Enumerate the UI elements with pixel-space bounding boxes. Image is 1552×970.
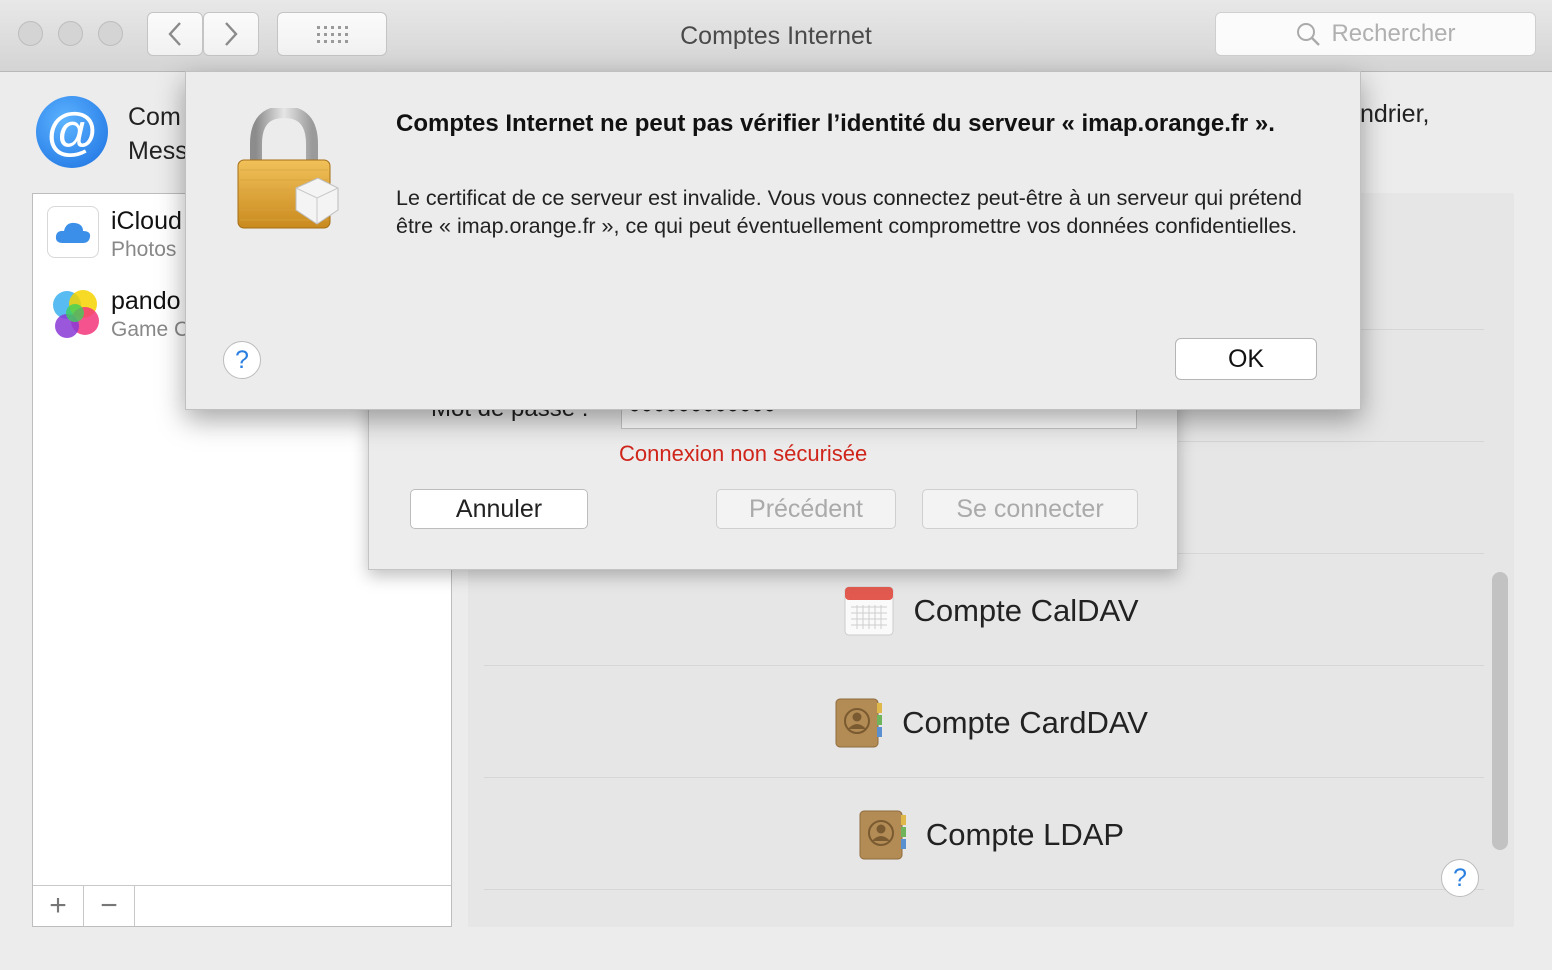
contacts-icon — [835, 698, 883, 748]
ok-button[interactable]: OK — [1175, 338, 1317, 380]
header-description-line1: Com — [128, 103, 181, 131]
game-center-icon — [47, 286, 99, 338]
account-login-sheet: Mot de passe : ●●●●●●●●●●●● Connexion no… — [368, 390, 1178, 570]
sidebar-bottom-bar: + − — [33, 885, 451, 926]
header-description-right: ndrier, — [1360, 100, 1430, 128]
remove-account-button[interactable]: − — [84, 886, 135, 926]
provider-ldap[interactable]: Compte LDAP — [468, 809, 1514, 861]
cancel-button[interactable]: Annuler — [410, 489, 588, 529]
contacts-icon — [859, 810, 906, 860]
window-toolbar: Comptes Internet Rechercher — [0, 0, 1552, 72]
internet-accounts-icon: @ — [36, 96, 108, 168]
account-name: pando — [111, 287, 181, 315]
provider-label: Compte LDAP — [925, 817, 1125, 852]
row-separator — [484, 777, 1484, 778]
account-name: iCloud — [111, 207, 182, 235]
certificate-alert-dialog: Comptes Internet ne peut pas vérifier l’… — [185, 71, 1361, 410]
connect-button[interactable]: Se connecter — [922, 489, 1138, 529]
alert-message: Le certificat de ce serveur est invalide… — [396, 186, 1302, 238]
alert-help-button[interactable]: ? — [223, 341, 261, 379]
lock-icon — [237, 108, 339, 229]
insecure-connection-warning: Connexion non sécurisée — [619, 441, 868, 466]
alert-title: Comptes Internet ne peut pas vérifier l’… — [396, 110, 1275, 137]
search-field[interactable]: Rechercher — [1215, 12, 1536, 56]
provider-label: Compte CalDAV — [913, 593, 1139, 628]
provider-label: Compte CardDAV — [902, 705, 1148, 740]
account-subtitle: Photos — [111, 238, 177, 261]
icloud-icon — [47, 206, 99, 258]
row-separator — [484, 889, 1484, 890]
provider-carddav[interactable]: Compte CardDAV — [468, 697, 1514, 749]
provider-caldav[interactable]: Compte CalDAV — [468, 585, 1514, 637]
search-icon — [1297, 23, 1321, 46]
add-account-button[interactable]: + — [33, 886, 84, 926]
account-item-game-center[interactable]: pando Game C — [47, 286, 189, 344]
header-description-line2: Mess — [128, 137, 188, 165]
calendar-icon — [844, 586, 894, 636]
header-description: Com Mess — [128, 100, 188, 168]
previous-button[interactable]: Précédent — [716, 489, 896, 529]
provider-list-scrollbar[interactable] — [1492, 572, 1508, 850]
row-separator — [484, 665, 1484, 666]
help-button[interactable]: ? — [1441, 859, 1479, 897]
search-placeholder: Rechercher — [1331, 20, 1456, 47]
account-subtitle: Game C — [111, 318, 190, 341]
account-item-icloud[interactable]: iCloud Photos — [47, 206, 182, 264]
